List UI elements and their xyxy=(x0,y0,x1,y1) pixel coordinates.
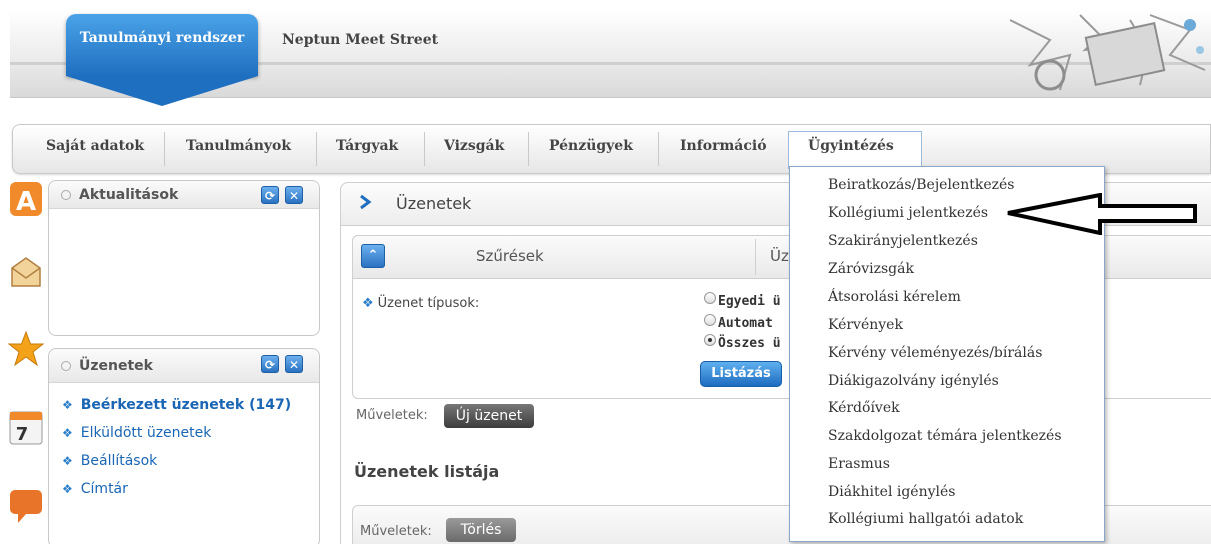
speech-bubble-icon[interactable] xyxy=(8,486,44,524)
close-icon[interactable]: ✕ xyxy=(285,186,303,204)
envelope-icon[interactable] xyxy=(8,252,44,290)
menu-item-diakhitel[interactable]: Diákhitel igénylés xyxy=(828,484,955,500)
news-box: Aktualitások ⟳ ✕ xyxy=(48,180,320,336)
menu-item-kervenyek[interactable]: Kérvények xyxy=(828,317,903,333)
messages-box-bullet-icon xyxy=(61,361,71,371)
messages-box-title: Üzenetek xyxy=(79,358,153,374)
system-tab-label[interactable]: Tanulmányi rendszer xyxy=(66,30,258,46)
svg-text:A: A xyxy=(16,187,36,217)
radio-automatic-label[interactable]: Automat xyxy=(718,316,773,331)
radio-all-label[interactable]: Összes ü xyxy=(718,336,781,351)
message-list-title: Üzenetek listája xyxy=(354,462,500,481)
nav-item-targyak[interactable]: Tárgyak xyxy=(336,138,398,154)
nav-separator xyxy=(528,132,529,166)
radio-individual[interactable] xyxy=(704,292,716,304)
menu-item-beiratkozas[interactable]: Beiratkozás/Bejelentkezés xyxy=(828,177,1014,193)
messages-link-settings[interactable]: ❖ Beállítások xyxy=(62,453,157,469)
diamond-bullet-icon: ❖ xyxy=(62,482,73,496)
diamond-bullet-icon: ❖ xyxy=(62,398,73,412)
collapse-icon[interactable]: ⌃ xyxy=(361,244,385,268)
annotation-arrow-icon xyxy=(1007,193,1197,235)
nav-item-penzugyek[interactable]: Pénzügyek xyxy=(549,138,633,154)
filter-tab-label-2[interactable]: Üz xyxy=(770,247,789,265)
menu-item-zarovizsgak[interactable]: Záróvizsgák xyxy=(828,261,914,277)
menu-item-erasmus[interactable]: Erasmus xyxy=(828,456,890,472)
nav-item-sajat-adatok[interactable]: Saját adatok xyxy=(46,138,144,154)
delete-button[interactable]: Törlés xyxy=(446,518,516,542)
news-box-bullet-icon xyxy=(61,190,71,200)
chevron-right-icon xyxy=(360,194,372,210)
star-icon[interactable] xyxy=(8,330,44,368)
filter-tab-label[interactable]: Szűrések xyxy=(476,247,544,265)
filter-header-separator xyxy=(755,239,756,275)
menu-item-szakiranyjelentkezes[interactable]: Szakirányjelentkezés xyxy=(828,233,978,249)
menu-item-atsorolasi-kerelem[interactable]: Átsorolási kérelem xyxy=(828,289,961,305)
radio-individual-label[interactable]: Egyedi ü xyxy=(718,294,781,309)
nav-item-tanulmanyok[interactable]: Tanulmányok xyxy=(186,138,291,154)
news-box-title: Aktualitások xyxy=(79,187,179,203)
nav-separator xyxy=(164,132,165,166)
menu-item-diakigazolvany[interactable]: Diákigazolvány igénylés xyxy=(828,373,999,389)
new-message-button[interactable]: Új üzenet xyxy=(444,404,534,428)
refresh-icon[interactable]: ⟳ xyxy=(261,355,279,373)
radio-all[interactable] xyxy=(704,334,716,346)
messages-link-inbox[interactable]: ❖ Beérkezett üzenetek (147) xyxy=(62,397,291,413)
messages-box: Üzenetek ⟳ ✕ xyxy=(48,348,320,544)
menu-item-kerveny-velemenyezes[interactable]: Kérvény véleményezés/bírálás xyxy=(828,345,1042,361)
calendar-day: 7 xyxy=(16,424,29,445)
message-types-label: ❖ Üzenet típusok: xyxy=(362,296,480,311)
operations-label-2: Műveletek: xyxy=(360,524,432,539)
list-button[interactable]: Listázás xyxy=(700,361,782,387)
nav-item-ugyintezes[interactable]: Ügyintézés xyxy=(808,138,894,154)
menu-item-szakdolgozat[interactable]: Szakdolgozat témára jelentkezés xyxy=(828,428,1062,444)
menu-item-kollegiumi-jelentkezes[interactable]: Kollégiumi jelentkezés xyxy=(828,205,988,221)
system-tab-pointer xyxy=(66,76,258,106)
menu-item-kollegiumi-adatok[interactable]: Kollégiumi hallgatói adatok xyxy=(828,511,1023,527)
nav-item-informacio[interactable]: Információ xyxy=(680,138,767,154)
close-icon[interactable]: ✕ xyxy=(285,355,303,373)
app-name: Neptun Meet Street xyxy=(282,32,439,48)
page-title: Üzenetek xyxy=(396,194,472,213)
calendar-icon[interactable]: 7 xyxy=(8,408,44,446)
nav-separator xyxy=(424,132,425,166)
nav-separator xyxy=(316,132,317,166)
messages-link-directory[interactable]: ❖ Címtár xyxy=(62,481,128,497)
refresh-icon[interactable]: ⟳ xyxy=(261,186,279,204)
diamond-bullet-icon: ❖ xyxy=(62,426,73,440)
a-letter-icon[interactable]: A xyxy=(8,180,44,218)
nav-separator xyxy=(658,132,659,166)
header-decoration-graphic xyxy=(1009,14,1206,91)
radio-automatic[interactable] xyxy=(704,314,716,326)
diamond-bullet-icon: ❖ xyxy=(362,296,374,311)
messages-link-sent[interactable]: ❖ Elküldött üzenetek xyxy=(62,425,211,441)
operations-label: Műveletek: xyxy=(356,408,428,423)
nav-item-vizsgak[interactable]: Vizsgák xyxy=(444,138,504,154)
menu-item-kerdoivek[interactable]: Kérdőívek xyxy=(828,400,900,416)
diamond-bullet-icon: ❖ xyxy=(62,454,73,468)
